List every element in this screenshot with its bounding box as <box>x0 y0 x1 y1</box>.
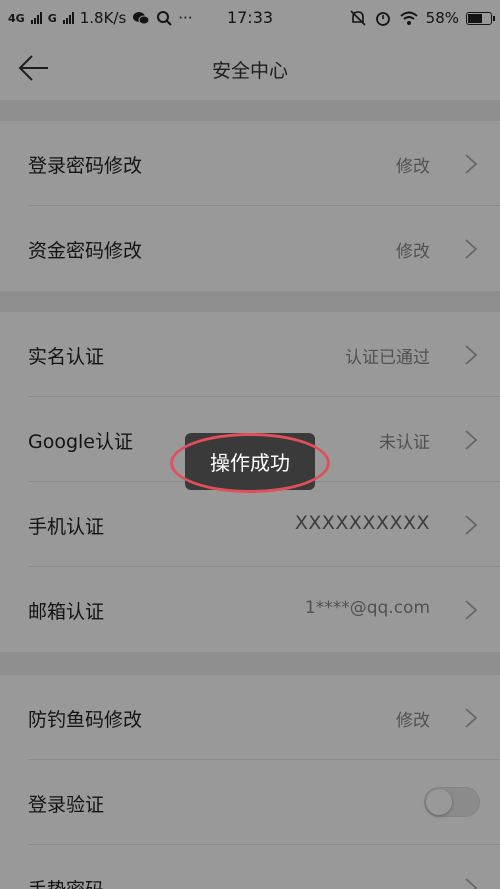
highlight-ellipse <box>170 433 330 493</box>
